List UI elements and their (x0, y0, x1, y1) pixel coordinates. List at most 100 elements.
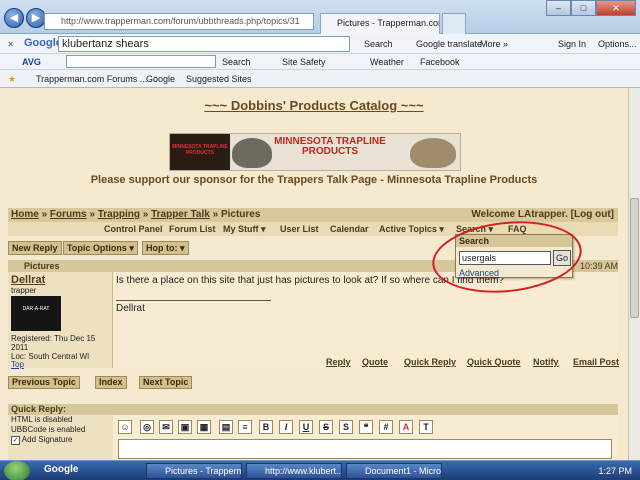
globe-link-icon[interactable]: ◎ (140, 420, 154, 434)
notify-button[interactable]: Notify (533, 356, 559, 368)
menu-user-list[interactable]: User List (280, 222, 319, 236)
back-button[interactable]: ◀ (4, 8, 24, 28)
favorite-google[interactable]: Google (146, 72, 175, 86)
coyote-image (410, 138, 456, 168)
signin-link[interactable]: Sign In (558, 37, 586, 51)
bold-button[interactable]: B (259, 420, 273, 434)
email-icon[interactable]: ✉ (159, 420, 173, 434)
forward-button[interactable]: ▶ (26, 8, 46, 28)
page-scrollbar[interactable] (628, 88, 640, 460)
task-document1[interactable]: Document1 - Micro... (346, 463, 442, 479)
menu-active-topics[interactable]: Active Topics ▾ (379, 222, 444, 236)
index-button[interactable]: Index (95, 376, 127, 389)
font-button[interactable]: T (419, 420, 433, 434)
quick-reply-editor: ☺ ◎ ✉ ▣ ▦ ▤ ≡ B I U S S ❝ # A T (113, 415, 618, 460)
banner-logo: MINNESOTA TRAPLINE PRODUCTS (170, 134, 230, 170)
quick-reply-info: HTML is disabled UBBCode is enabled ✓ Ad… (8, 415, 113, 460)
minimize-button[interactable]: – (546, 0, 571, 16)
smiley-icon[interactable]: ☺ (118, 420, 132, 434)
menu-calendar[interactable]: Calendar (330, 222, 369, 236)
post-subject: Pictures (24, 261, 60, 271)
quote-format-button[interactable]: ❝ (359, 420, 373, 434)
tab-pictures[interactable]: Pictures - Trapperman.com... (320, 13, 440, 34)
post-body: Is there a place on this site that just … (113, 272, 618, 368)
google-search-button[interactable]: Search (364, 37, 393, 51)
facebook-button[interactable]: Facebook (420, 55, 460, 69)
more-button[interactable]: More » (480, 37, 508, 51)
reply-textarea[interactable] (118, 439, 612, 459)
reply-button[interactable]: Reply (326, 356, 351, 368)
favorite-suggested-sites[interactable]: Suggested Sites (186, 72, 252, 86)
task-klubert[interactable]: http://www.klubert... (246, 463, 342, 479)
underline-button[interactable]: U (299, 420, 313, 434)
close-toolbar-icon[interactable]: × (8, 37, 13, 51)
quote-button[interactable]: Quote (362, 356, 388, 368)
favorite-trapperman[interactable]: Trapperman.com Forums ... (36, 72, 147, 86)
list-icon[interactable]: ≡ (238, 420, 252, 434)
author-rank: trapper (11, 286, 37, 295)
sponsor-text: Please support our sponsor for the Trapp… (90, 174, 538, 186)
sponsor-banner[interactable]: MINNESOTA TRAPLINE PRODUCTS MINNESOTA TR… (169, 133, 461, 171)
close-button[interactable]: ✕ (596, 0, 636, 16)
new-reply-button[interactable]: New Reply (8, 241, 62, 255)
color-button[interactable]: A (399, 420, 413, 434)
signature-divider (116, 300, 271, 301)
google-logo: Google (24, 37, 62, 49)
maximize-button[interactable]: □ (571, 0, 596, 16)
scrollbar-thumb[interactable] (630, 198, 639, 318)
google-search-input[interactable]: klubertanz shears (58, 36, 350, 52)
breadcrumb-forums[interactable]: Forums (50, 209, 87, 220)
quick-reply-header: Quick Reply: (8, 404, 618, 415)
post-actions: Reply Quote Quick Reply Quick Quote Noti… (113, 356, 619, 368)
avg-search-input[interactable] (66, 55, 216, 68)
image-icon[interactable]: ▣ (178, 420, 192, 434)
italic-button[interactable]: I (279, 420, 293, 434)
strike-button[interactable]: S (319, 420, 333, 434)
browser-titlebar: ◀ ▶ http://www.trapperman.com/forum/ubbt… (0, 0, 640, 34)
code-button[interactable]: # (379, 420, 393, 434)
favorites-star-icon[interactable]: ★ (8, 72, 16, 86)
weather-button[interactable]: Weather (370, 55, 404, 69)
email-post-button[interactable]: Email Post (573, 356, 619, 368)
start-button[interactable] (4, 461, 30, 480)
menu-forum-list[interactable]: Forum List (169, 222, 216, 236)
catalog-link[interactable]: ~~~ Dobbins' Products Catalog ~~~ (0, 98, 628, 113)
task-pictures[interactable]: Pictures - Trapperm... (146, 463, 242, 479)
welcome-text[interactable]: Welcome LAtrapper. [Log out] (471, 208, 614, 222)
previous-topic-button[interactable]: Previous Topic (8, 376, 80, 389)
avg-search-button[interactable]: Search (222, 55, 251, 69)
breadcrumb-trapper-talk[interactable]: Trapper Talk (151, 209, 210, 220)
address-bar[interactable]: http://www.trapperman.com/forum/ubbthrea… (44, 13, 314, 30)
top-link[interactable]: Top (11, 360, 24, 369)
quick-reply-button[interactable]: Quick Reply (404, 356, 456, 368)
site-safety-button[interactable]: Site Safety (282, 55, 326, 69)
hop-to-button[interactable]: Hop to: ▾ (142, 241, 189, 255)
spoiler-button[interactable]: S (339, 420, 353, 434)
google-toolbar: × Google klubertanz shears Search Google… (0, 34, 640, 54)
next-topic-button[interactable]: Next Topic (139, 376, 193, 389)
menu-my-stuff[interactable]: My Stuff ▾ (223, 222, 266, 236)
topic-options-button[interactable]: Topic Options ▾ (63, 241, 138, 255)
new-tab-button[interactable] (442, 13, 466, 34)
menu-control-panel[interactable]: Control Panel (104, 222, 163, 236)
google-deskbar[interactable]: Google (44, 464, 78, 475)
html-status: HTML is disabled (11, 415, 73, 424)
breadcrumb-home[interactable]: Home (11, 209, 39, 220)
breadcrumb-trapping[interactable]: Trapping (98, 209, 140, 220)
options-button[interactable]: Options... (598, 37, 637, 51)
windows-taskbar: Google Pictures - Trapperm... http://www… (0, 460, 640, 480)
avg-logo: AVG (22, 57, 41, 67)
clock: 1:27 PM (598, 466, 632, 476)
breadcrumb: Home » Forums » Trapping » Trapper Talk … (8, 208, 618, 222)
banner-title: MINNESOTA TRAPLINE PRODUCTS (274, 136, 386, 157)
post-signature: Dellrat (116, 303, 145, 314)
media-icon[interactable]: ▦ (197, 420, 211, 434)
video-icon[interactable]: ▤ (219, 420, 233, 434)
registered-date: Registered: Thu Dec 15 2011 (11, 334, 96, 352)
breadcrumb-current: Pictures (220, 209, 261, 220)
add-signature-checkbox[interactable]: ✓ (11, 436, 20, 445)
google-translate-button[interactable]: Google translate (416, 37, 482, 51)
quick-quote-button[interactable]: Quick Quote (467, 356, 521, 368)
author-name[interactable]: Dellrat (11, 274, 45, 286)
author-panel: Dellrat trapper DAR-A-RAT Registered: Th… (8, 272, 113, 369)
